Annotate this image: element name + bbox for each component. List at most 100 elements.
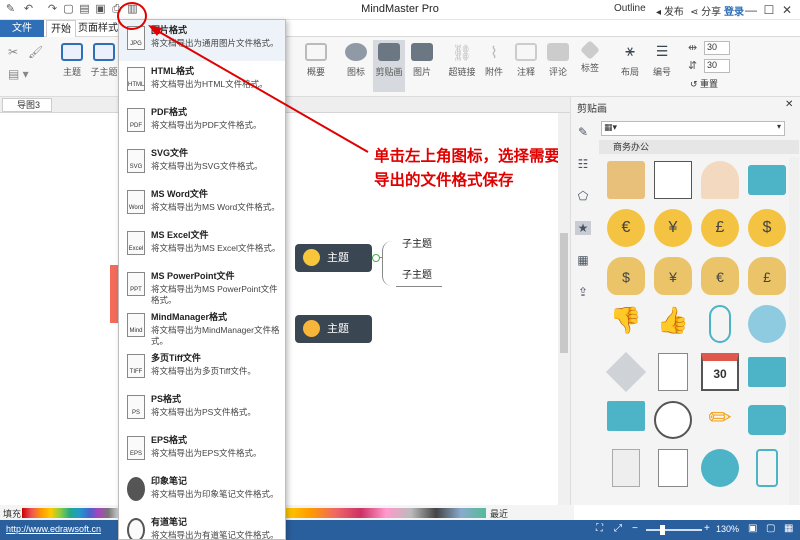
clipart-diamond[interactable] bbox=[605, 351, 647, 393]
format-icon[interactable]: ✎ bbox=[575, 125, 591, 139]
vertical-scrollbar[interactable] bbox=[558, 113, 570, 505]
calendar-icon[interactable]: ▦ bbox=[575, 253, 591, 267]
vertical-spacing-input[interactable]: 30 bbox=[704, 59, 730, 73]
subtopic-node[interactable]: 子主题 bbox=[402, 235, 432, 250]
tab-file[interactable]: 文件 bbox=[0, 20, 44, 37]
tab-page-style[interactable]: 页面样式 bbox=[78, 20, 118, 37]
scrollbar-thumb[interactable] bbox=[560, 233, 568, 353]
hyperlink-button[interactable]: ⛓ 超链接 bbox=[446, 43, 478, 78]
topic-node[interactable]: 主题 bbox=[295, 315, 372, 343]
clipart-printer[interactable] bbox=[748, 165, 786, 195]
topic-node[interactable]: 主题 bbox=[295, 244, 372, 272]
maximize-button[interactable]: ☐ bbox=[760, 1, 778, 19]
clipart-chat-bubble[interactable] bbox=[701, 449, 739, 487]
login-link[interactable]: 登录 bbox=[724, 3, 744, 18]
color-palette[interactable]: 填充 最近 bbox=[0, 505, 574, 520]
clipart-calendar[interactable]: 30 bbox=[701, 353, 739, 391]
zoom-slider[interactable] bbox=[646, 529, 702, 531]
subtopic-node[interactable]: 子主题 bbox=[402, 266, 432, 281]
publish-button[interactable]: ◂ 发布 bbox=[656, 3, 684, 18]
view-mode-icon[interactable]: ▦ bbox=[784, 523, 793, 534]
clipart-invoice[interactable] bbox=[658, 449, 688, 487]
menu-item-powerpoint[interactable]: PPT MS PowerPoint文件 将文档导出为MS PowerPoint文件格… bbox=[119, 266, 285, 307]
clipart-resume[interactable] bbox=[654, 161, 692, 199]
collapse-toggle[interactable] bbox=[372, 254, 380, 262]
color-swatches[interactable] bbox=[22, 508, 118, 518]
summary-button[interactable]: 概要 bbox=[300, 43, 332, 78]
doc-tab[interactable]: 导图3 bbox=[2, 98, 52, 112]
zoom-slider-handle[interactable] bbox=[660, 525, 665, 535]
menu-item-tiff[interactable]: TIFF 多页Tiff文件 将文档导出为多页Tiff文件。 bbox=[119, 348, 285, 389]
list-icon[interactable]: ☷ bbox=[575, 157, 591, 171]
menu-item-image[interactable]: JPG 图片格式 将文档导出为通用图片文件格式。 bbox=[119, 20, 285, 61]
menu-item-pdf[interactable]: PDF PDF格式 将文档导出为PDF文件格式。 bbox=[119, 102, 285, 143]
clipart-badge[interactable] bbox=[607, 161, 645, 199]
icon-button[interactable]: 图标 bbox=[340, 43, 372, 78]
clipart-smartphone[interactable] bbox=[756, 449, 778, 487]
menu-item-word[interactable]: Word MS Word文件 将文档导出为MS Word文件格式。 bbox=[119, 184, 285, 225]
clipart-phone-touch[interactable] bbox=[612, 449, 640, 487]
fit-page-icon[interactable]: ⛶ bbox=[596, 523, 603, 534]
clipart-money-bag-euro[interactable]: € bbox=[701, 257, 739, 295]
minimize-button[interactable]: — bbox=[742, 1, 760, 19]
clipart-pencil[interactable]: ✏ bbox=[701, 401, 739, 439]
menu-item-mindmanager[interactable]: Mind MindManager格式 将文档导出为MindManager文件格式。 bbox=[119, 307, 285, 348]
clipart-envelope[interactable] bbox=[607, 401, 645, 431]
note-button[interactable]: 注释 bbox=[510, 43, 542, 78]
menu-item-html[interactable]: HTML HTML格式 将文档导出为HTML文件格式。 bbox=[119, 61, 285, 102]
shape-icon[interactable]: ⬠ bbox=[575, 189, 591, 203]
panel-scrollbar[interactable] bbox=[789, 157, 799, 505]
panel-close-icon[interactable]: ✕ bbox=[785, 99, 793, 110]
close-button[interactable]: ✕ bbox=[778, 1, 796, 19]
zoom-out-icon[interactable]: − bbox=[632, 523, 638, 534]
view-mode-icon[interactable]: ▢ bbox=[766, 523, 775, 534]
horizontal-spacing-input[interactable]: 30 bbox=[704, 41, 730, 55]
clipart-money-bag-yen[interactable]: ¥ bbox=[654, 257, 692, 295]
clipart-pound-coin[interactable]: £ bbox=[701, 209, 739, 247]
clipart-yen-coin[interactable]: ¥ bbox=[654, 209, 692, 247]
clipart-envelope-open[interactable] bbox=[748, 357, 786, 387]
subtopic-button[interactable]: 子主题 bbox=[88, 43, 120, 78]
menu-item-eps[interactable]: EPS EPS格式 将文档导出为EPS文件格式。 bbox=[119, 430, 285, 471]
clipart-thumbs-up[interactable]: 👍 bbox=[654, 305, 692, 343]
clipart-document[interactable] bbox=[658, 353, 688, 391]
menu-item-excel[interactable]: Excel MS Excel文件 将文档导出为MS Excel文件格式。 bbox=[119, 225, 285, 266]
comment-button[interactable]: 评论 bbox=[542, 43, 574, 78]
clipart-money-bag-pound[interactable]: £ bbox=[748, 257, 786, 295]
color-swatches[interactable] bbox=[286, 508, 486, 518]
view-mode-icon[interactable]: ▣ bbox=[748, 523, 757, 534]
clipart-money-bag-dollar[interactable]: $ bbox=[607, 257, 645, 295]
tab-start[interactable]: 开始 bbox=[46, 20, 76, 37]
clipart-stamp[interactable] bbox=[701, 161, 739, 199]
clipart-mouse[interactable] bbox=[709, 305, 731, 343]
attachment-button[interactable]: ⌇ 附件 bbox=[478, 43, 510, 78]
clipart-thumbs-down[interactable]: 👎 bbox=[607, 305, 645, 343]
zoom-in-icon[interactable]: + bbox=[704, 523, 710, 534]
reset-button[interactable]: ↺ 重置 bbox=[690, 77, 718, 90]
menu-item-evernote[interactable]: 印象笔记 将文档导出为印象笔记文件格式。 bbox=[119, 471, 285, 512]
clipart-button[interactable]: 剪贴画 bbox=[373, 40, 405, 92]
fullscreen-icon[interactable]: ⤢ bbox=[614, 523, 622, 534]
format-painter-icon[interactable]: 🖌 bbox=[28, 45, 46, 59]
clipart-briefcase[interactable] bbox=[748, 405, 786, 435]
cut-icon[interactable]: ✂ bbox=[8, 45, 26, 59]
share-button[interactable]: ⋖ 分享 bbox=[690, 3, 721, 18]
clipart-euro-coin[interactable]: € bbox=[607, 209, 645, 247]
tag-button[interactable]: 标签 bbox=[574, 40, 606, 74]
menu-item-ps[interactable]: PS PS格式 将文档导出为PS文件格式。 bbox=[119, 389, 285, 430]
menu-item-youdao[interactable]: 有道笔记 将文档导出为有道笔记文件格式。 bbox=[119, 512, 285, 539]
clipart-globe[interactable] bbox=[748, 305, 786, 343]
clipart-clock[interactable] bbox=[654, 401, 692, 439]
layout-button[interactable]: ⚹ 布局 bbox=[614, 43, 646, 78]
clipart-dollar-coin[interactable]: $ bbox=[748, 209, 786, 247]
category-dropdown[interactable]: ▦▾ ▾ bbox=[601, 121, 785, 136]
category-header[interactable]: 商务办公 bbox=[599, 140, 799, 154]
website-link[interactable]: http://www.edrawsoft.cn bbox=[6, 524, 101, 534]
export-panel-icon[interactable]: ⇪ bbox=[575, 285, 591, 299]
clipart-tab-icon[interactable]: ★ bbox=[575, 221, 591, 235]
theme-button[interactable]: 主题 bbox=[56, 43, 88, 78]
paste-icon[interactable]: ▤ ▾ bbox=[8, 67, 46, 81]
outline-link[interactable]: Outline bbox=[614, 3, 646, 14]
image-button[interactable]: 图片 bbox=[406, 43, 438, 78]
menu-item-svg[interactable]: SVG SVG文件 将文档导出为SVG文件格式。 bbox=[119, 143, 285, 184]
